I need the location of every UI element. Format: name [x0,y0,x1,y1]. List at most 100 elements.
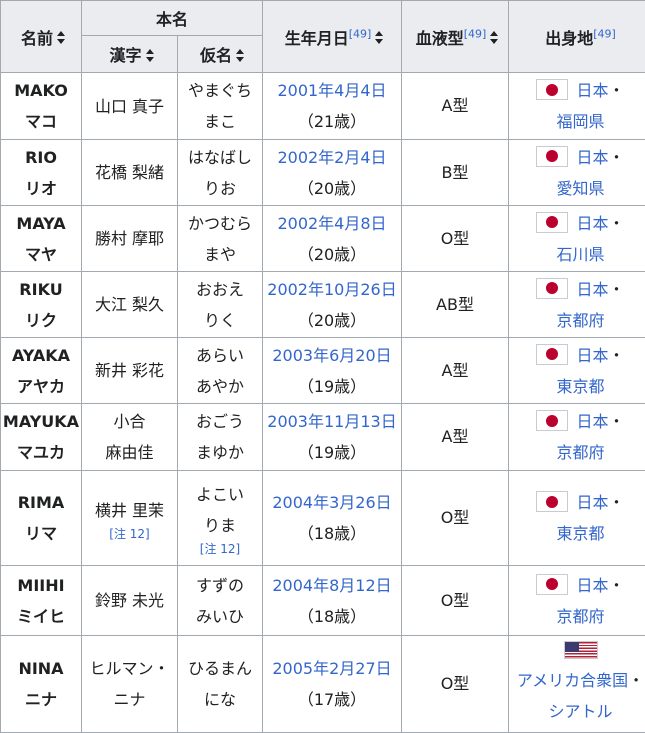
member-row: 2003年11月13日（19歳）A型日本・京都府 [263,404,645,471]
birth-date-link[interactable]: 2002年2月4日 [263,142,401,173]
member-origin: 日本・東京都 [509,338,645,404]
member-name: RIMAリマ [1,471,82,566]
member-kana: おおえりく [178,272,263,338]
origin-country-line: アメリカ合衆国・ [509,665,645,696]
japan-flag-icon [536,278,568,299]
country-link[interactable]: 日本 [576,346,608,365]
country-link[interactable]: 日本 [576,148,608,167]
member-name-en: MAYUKA [1,406,81,437]
member-blood: A型 [402,73,509,140]
prefecture-link[interactable]: 愛知県 [509,173,645,204]
member-age: （18歳） [263,601,401,632]
country-link[interactable]: 日本 [576,412,608,431]
birth-date-link[interactable]: 2003年11月13日 [263,406,401,437]
member-age: （21歳） [263,106,401,137]
member-row: MAKOマコ山口 真子やまぐちまこ [1,73,263,140]
member-row: 2002年2月4日（20歳）B型日本・愛知県 [263,140,645,206]
member-age: （20歳） [263,305,401,336]
japan-flag-icon [536,410,568,431]
japan-flag-icon [536,212,568,233]
prefecture-link[interactable]: 京都府 [509,437,645,468]
origin-country-line: 日本・ [509,340,645,371]
prefecture-link[interactable]: 東京都 [509,518,645,549]
member-name: MAYAマヤ [1,206,82,272]
note-link[interactable]: [注 12] [178,541,262,557]
kana-line: にな [178,684,262,715]
member-birth: 2003年11月13日（19歳） [263,404,402,471]
city-link[interactable]: シアトル [509,696,645,727]
origin-country-line: 日本・ [509,274,645,305]
member-kana: おごうまゆか [178,404,263,471]
country-link[interactable]: 日本 [576,493,608,512]
member-row: 2003年6月20日（19歳）A型日本・東京都 [263,338,645,404]
birth-date-link[interactable]: 2002年10月26日 [263,274,401,305]
origin-country-line: 日本・ [509,142,645,173]
member-name-kana: マユカ [1,437,81,468]
member-birth: 2002年2月4日（20歳） [263,140,402,206]
ref-link[interactable]: [49] [593,27,616,40]
prefecture-link[interactable]: 石川県 [509,239,645,270]
japan-flag-icon [536,491,568,512]
country-link[interactable]: 日本 [576,214,608,233]
header-birth[interactable]: 生年月日[49] [263,1,402,73]
member-name-kana: ニナ [1,684,81,715]
ref-link[interactable]: [49] [349,27,372,40]
prefecture-link[interactable]: 京都府 [509,601,645,632]
kana-line: あやか [178,371,262,402]
kanji-line: 鈴野 未光 [82,585,177,616]
birth-date-link[interactable]: 2004年3月26日 [263,487,401,518]
birth-date-link[interactable]: 2001年4月4日 [263,75,401,106]
member-blood: AB型 [402,272,509,338]
separator: ・ [609,280,625,299]
separator: ・ [609,148,625,167]
member-kanji: 山口 真子 [82,73,178,140]
member-row: MAYAマヤ勝村 摩耶かつむらまや [1,206,263,272]
member-age: （20歳） [263,239,401,270]
birth-date-link[interactable]: 2004年8月12日 [263,570,401,601]
birth-date-link[interactable]: 2003年6月20日 [263,340,401,371]
member-age: （17歳） [263,684,401,715]
header-name[interactable]: 名前 [1,1,82,73]
prefecture-link[interactable]: 福岡県 [509,106,645,137]
member-kanji: 勝村 摩耶 [82,206,178,272]
header-kana[interactable]: 仮名 [178,36,263,73]
country-link[interactable]: 日本 [576,81,608,100]
origin-country-line: 日本・ [509,75,645,106]
country-link[interactable]: アメリカ合衆国 [517,671,628,690]
prefecture-link[interactable]: 京都府 [509,305,645,336]
member-name: MAYUKAマユカ [1,404,82,471]
origin-country-line: 日本・ [509,406,645,437]
ref-link[interactable]: [49] [464,27,487,40]
member-row: 2005年2月27日（17歳）O型アメリカ合衆国・シアトル [263,636,645,733]
member-row: RIMAリマ横井 里茉[注 12]よこいりま[注 12] [1,471,263,566]
header-blood[interactable]: 血液型[49] [402,1,509,73]
member-row: AYAKAアヤカ新井 彩花あらいあやか [1,338,263,404]
kana-line: りく [178,305,262,336]
member-birth: 2002年10月26日（20歳） [263,272,402,338]
birth-date-link[interactable]: 2002年4月8日 [263,208,401,239]
member-birth: 2001年4月4日（21歳） [263,73,402,140]
member-kanji: 新井 彩花 [82,338,178,404]
japan-flag-icon [536,146,568,167]
note-link[interactable]: [注 12] [82,526,177,542]
member-name: RIKUリク [1,272,82,338]
member-row: RIOリオ花橋 梨緒はなばしりお [1,140,263,206]
kanji-line: 麻由佳 [82,437,177,468]
country-link[interactable]: 日本 [576,280,608,299]
member-kanji: 小合麻由佳 [82,404,178,471]
origin-country-line: 日本・ [509,208,645,239]
member-origin: 日本・京都府 [509,272,645,338]
member-kana: ひるまんにな [178,636,263,733]
header-kanji[interactable]: 漢字 [82,36,178,73]
member-birth: 2004年8月12日（18歳） [263,566,402,636]
member-blood: O型 [402,566,509,636]
kana-line: まこ [178,106,262,137]
member-row: 2004年3月26日（18歳）O型日本・東京都 [263,471,645,566]
birth-date-link[interactable]: 2005年2月27日 [263,653,401,684]
member-name-kana: リオ [1,173,81,204]
country-link[interactable]: 日本 [576,576,608,595]
origin-country-line: 日本・ [509,570,645,601]
prefecture-link[interactable]: 東京都 [509,371,645,402]
kana-line: よこい [178,479,262,510]
member-blood: A型 [402,338,509,404]
